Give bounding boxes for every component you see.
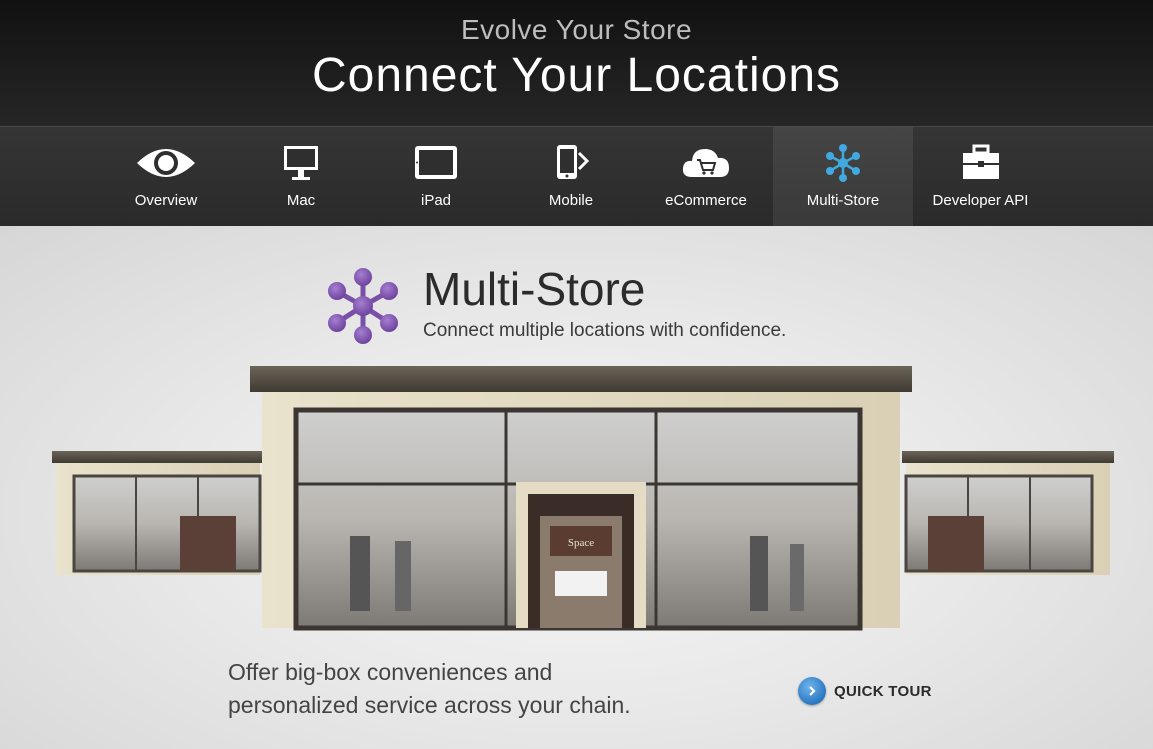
header-title: Connect Your Locations <box>311 49 842 102</box>
network-nodes-icon <box>322 266 404 346</box>
nav-item-label: Multi-Store <box>806 192 880 209</box>
eye-icon <box>98 143 234 183</box>
nav-item-mobile[interactable]: Mobile <box>503 127 639 227</box>
network-nodes-icon <box>773 143 913 183</box>
nav-item-developer-api[interactable]: Developer API <box>913 127 1048 227</box>
nav-item-label: Mac <box>286 192 316 209</box>
hero-subtitle: Connect multiple locations with confiden… <box>423 320 787 341</box>
nav-item-ecommerce[interactable]: eCommerce <box>638 127 774 227</box>
storefront-illustration: Space <box>50 366 1116 656</box>
quick-tour-label: QUICK TOUR <box>834 682 932 700</box>
header-supertitle: Evolve Your Store <box>460 14 693 45</box>
nav-item-mac[interactable]: Mac <box>233 127 369 227</box>
tagline-line-2: personalized service across your chain. <box>228 692 631 718</box>
store-sign: Space <box>568 537 594 549</box>
nav-item-label: Overview <box>134 192 198 209</box>
chevron-right-icon <box>798 677 826 705</box>
mobile-phone-icon <box>503 143 639 183</box>
cloud-cart-icon <box>638 143 774 183</box>
quick-tour-button[interactable]: QUICK TOUR <box>798 676 932 706</box>
nav-item-overview[interactable]: Overview <box>98 127 234 227</box>
nav-item-label: Developer API <box>932 192 1029 209</box>
hero-title: Multi-Store <box>423 263 646 315</box>
nav-item-label: Mobile <box>548 192 594 209</box>
nav-item-label: eCommerce <box>665 192 747 209</box>
tagline-line-1: Offer big-box conveniences and <box>228 659 553 685</box>
toolbox-icon <box>913 143 1048 183</box>
nav-item-ipad[interactable]: iPad <box>368 127 504 227</box>
nav-item-label: iPad <box>420 192 452 209</box>
nav-item-multi-store[interactable]: Multi-Store <box>773 127 913 227</box>
monitor-icon <box>233 143 369 183</box>
tagline: Offer big-box conveniences and personali… <box>228 656 748 722</box>
main-content: Multi-Store Connect multiple locations w… <box>0 226 1153 749</box>
tablet-icon <box>368 143 504 183</box>
page-header: Evolve Your Store Connect Your Locations <box>0 0 1153 126</box>
product-nav: Overview Mac iPad Mobile eCommerce Multi… <box>0 126 1153 227</box>
